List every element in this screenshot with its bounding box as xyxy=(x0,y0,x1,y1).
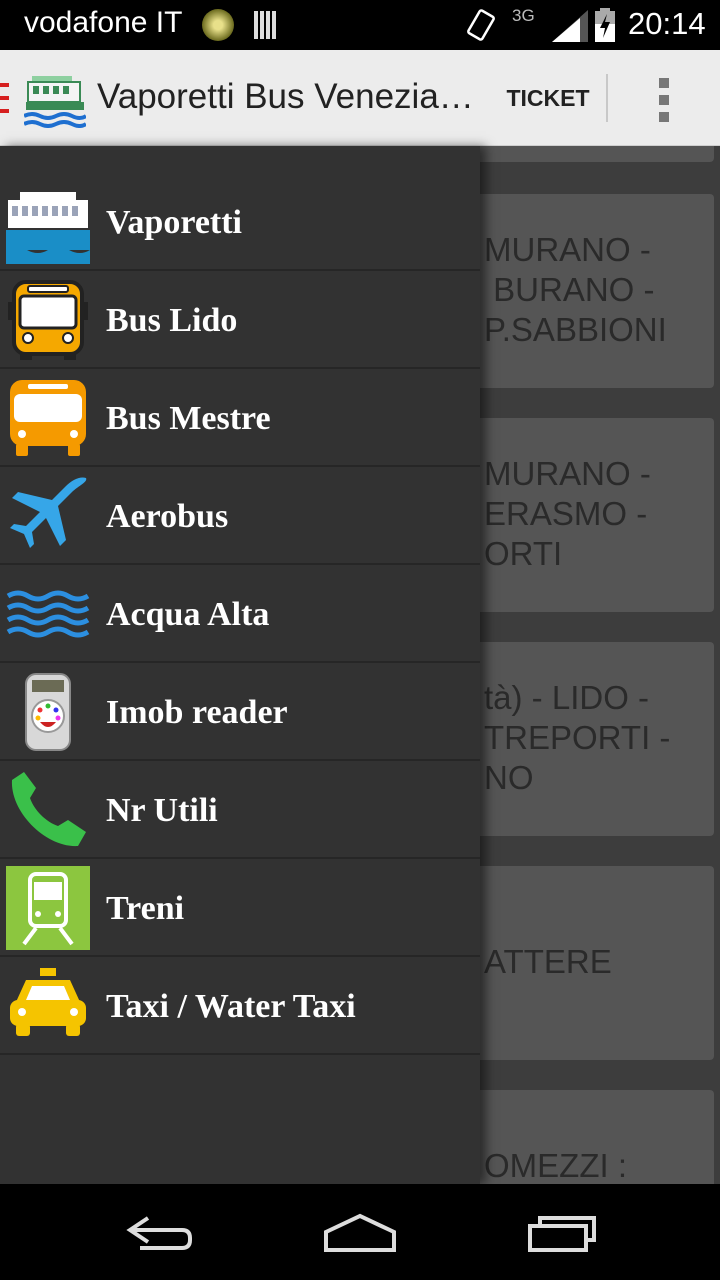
list-item-text: MURANO - BURANO - P.SABBIONI xyxy=(484,231,667,348)
drawer-item-aerobus[interactable]: Aerobus xyxy=(0,468,480,565)
action-bar: Vaporetti Bus Venezia… TICKET xyxy=(0,50,720,146)
system-nav-bar xyxy=(0,1184,720,1280)
phone-icon xyxy=(11,772,86,847)
ticket-button[interactable]: TICKET xyxy=(494,70,602,126)
list-item[interactable]: ATTERE xyxy=(440,866,714,1060)
list-item-text: OMEZZI : xyxy=(484,1147,627,1184)
back-icon[interactable] xyxy=(120,1208,200,1256)
train-icon xyxy=(6,866,90,950)
carrier-name: vodafone IT xyxy=(24,6,183,39)
overflow-menu-icon[interactable] xyxy=(640,70,690,128)
drawer-item-treni[interactable]: Treni xyxy=(0,860,480,957)
network-type: 3G xyxy=(512,6,535,25)
drawer-item-imob-reader[interactable]: Imob reader xyxy=(0,664,480,761)
battery-icon xyxy=(595,8,615,42)
drawer-item-nr-utili[interactable]: Nr Utili xyxy=(0,762,480,859)
notification-app-icon xyxy=(202,9,234,41)
drawer-item-bus-mestre[interactable]: Bus Mestre xyxy=(0,370,480,467)
notification-barcode-icon xyxy=(254,11,278,39)
home-icon[interactable] xyxy=(320,1208,400,1256)
action-bar-divider xyxy=(606,74,608,122)
bus-front-icon xyxy=(8,280,88,360)
signal-icon xyxy=(552,10,588,42)
screen-rotation-icon xyxy=(467,9,495,41)
drawer-item-label: Acqua Alta xyxy=(106,596,270,633)
drawer-item-label: Vaporetti xyxy=(106,204,242,241)
drawer-item-taxi[interactable]: Taxi / Water Taxi xyxy=(0,958,480,1055)
drawer-item-label: Imob reader xyxy=(106,694,288,731)
card-reader-icon xyxy=(25,673,71,751)
drawer-item-label: Nr Utili xyxy=(106,792,218,829)
list-item xyxy=(440,146,714,162)
drawer-item-label: Aerobus xyxy=(106,498,229,535)
list-item[interactable]: tà) - LIDO - TREPORTI - NO xyxy=(440,642,714,836)
drawer-item-bus-lido[interactable]: Bus Lido xyxy=(0,272,480,369)
drawer-item-label: Bus Lido xyxy=(106,302,238,339)
taxi-icon xyxy=(10,968,86,1036)
recent-apps-icon[interactable] xyxy=(522,1208,602,1256)
navigation-drawer: Vaporetti Bus Lido Bus Mestre Aerobus Ac… xyxy=(0,146,480,1184)
clock: 20:14 xyxy=(628,6,706,41)
app-title: Vaporetti Bus Venezia… xyxy=(97,77,474,116)
drawer-item-label: Bus Mestre xyxy=(106,400,271,437)
drawer-item-acqua-alta[interactable]: Acqua Alta xyxy=(0,566,480,663)
list-item[interactable]: MURANO - ERASMO - ORTI xyxy=(440,418,714,612)
list-item-text: tà) - LIDO - TREPORTI - NO xyxy=(484,679,671,796)
airplane-icon xyxy=(10,477,87,548)
list-item[interactable]: MURANO - BURANO - P.SABBIONI xyxy=(440,194,714,388)
drawer-toggle-icon[interactable] xyxy=(0,83,9,113)
drawer-item-vaporetti[interactable]: Vaporetti xyxy=(0,174,480,271)
list-item-text: MURANO - ERASMO - ORTI xyxy=(484,455,651,572)
app-logo-ferry-icon[interactable] xyxy=(24,72,86,128)
status-bar: vodafone IT 3G 20:14 xyxy=(0,0,720,50)
list-item-text: ATTERE xyxy=(484,943,612,980)
drawer-item-label: Taxi / Water Taxi xyxy=(106,988,356,1025)
waves-icon xyxy=(6,590,90,638)
list-item[interactable]: OMEZZI : xyxy=(440,1090,714,1184)
drawer-item-label: Treni xyxy=(106,890,185,927)
ferry-icon xyxy=(6,192,90,264)
bus-orange-icon xyxy=(10,380,86,456)
